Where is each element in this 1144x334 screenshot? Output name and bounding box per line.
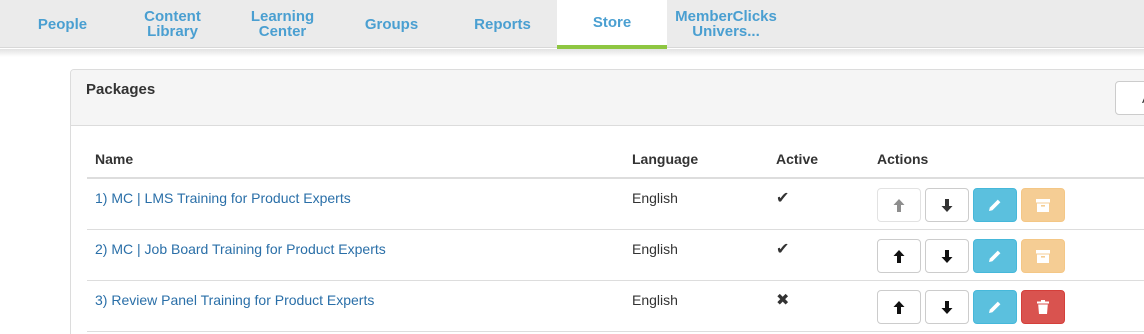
column-header-actions: Actions bbox=[877, 151, 929, 167]
pencil-icon bbox=[989, 199, 1001, 211]
package-language: English bbox=[632, 292, 678, 308]
tab-people[interactable]: People bbox=[0, 0, 125, 48]
package-language: English bbox=[632, 241, 678, 257]
packages-table: Name Language Active Actions 1) MC | LMS… bbox=[87, 142, 1144, 332]
active-status: ✔ bbox=[776, 241, 790, 258]
arrow-down-icon bbox=[941, 300, 953, 314]
column-header-language: Language bbox=[632, 151, 699, 167]
nav-shadow bbox=[0, 49, 1144, 57]
edit-button[interactable] bbox=[973, 290, 1017, 324]
tab-label: Groups bbox=[364, 15, 419, 33]
move-up-button[interactable] bbox=[877, 188, 921, 222]
move-down-button[interactable] bbox=[925, 290, 969, 324]
pencil-icon bbox=[989, 250, 1001, 262]
arrow-down-icon bbox=[941, 249, 953, 263]
arrow-up-icon bbox=[893, 249, 905, 263]
arrow-up-icon bbox=[893, 300, 905, 314]
inactive-status: ✖ bbox=[776, 292, 790, 309]
table-row: 3) Review Panel Training for Product Exp… bbox=[87, 281, 1144, 332]
move-down-button[interactable] bbox=[925, 239, 969, 273]
edit-button[interactable] bbox=[973, 239, 1017, 273]
delete-button[interactable] bbox=[1021, 290, 1065, 324]
active-status: ✔ bbox=[776, 190, 790, 207]
packages-panel: Packages Ad Name Language Active Actions… bbox=[70, 69, 1144, 334]
edit-button[interactable] bbox=[973, 188, 1017, 222]
move-up-button[interactable] bbox=[877, 290, 921, 324]
archive-icon bbox=[1036, 198, 1050, 212]
add-package-button[interactable]: Ad bbox=[1115, 81, 1144, 115]
archive-icon bbox=[1036, 249, 1050, 263]
tab-label: Reports bbox=[474, 15, 531, 33]
tab-label: Store bbox=[592, 14, 632, 31]
panel-title: Packages bbox=[86, 81, 156, 98]
package-name-link[interactable]: 1) MC | LMS Training for Product Experts bbox=[95, 190, 351, 206]
column-header-active: Active bbox=[776, 151, 819, 167]
archive-button[interactable] bbox=[1021, 239, 1065, 273]
package-name-link[interactable]: 3) Review Panel Training for Product Exp… bbox=[95, 292, 374, 308]
arrow-up-icon bbox=[893, 198, 905, 212]
tab-groups[interactable]: Groups bbox=[344, 0, 439, 48]
top-nav: People Content Library Learning Center G… bbox=[0, 0, 1144, 49]
move-up-button[interactable] bbox=[877, 239, 921, 273]
tab-label: Content Library bbox=[144, 8, 201, 40]
table-row: 1) MC | LMS Training for Product Experts… bbox=[87, 179, 1144, 230]
pencil-icon bbox=[989, 301, 1001, 313]
table-header: Name Language Active Actions bbox=[87, 142, 1144, 179]
tab-label: Learning Center bbox=[250, 8, 315, 40]
package-language: English bbox=[632, 190, 678, 206]
tab-reports[interactable]: Reports bbox=[455, 0, 550, 48]
tab-memberclicks-university[interactable]: MemberClicks Univers... bbox=[667, 0, 785, 48]
tab-content-library[interactable]: Content Library bbox=[125, 0, 220, 48]
move-down-button[interactable] bbox=[925, 188, 969, 222]
column-header-name: Name bbox=[95, 151, 134, 167]
tab-store[interactable]: Store bbox=[557, 0, 667, 49]
table-row: 2) MC | Job Board Training for Product E… bbox=[87, 230, 1144, 281]
trash-icon bbox=[1037, 300, 1049, 314]
panel-header: Packages Ad bbox=[71, 70, 1144, 126]
tab-label: MemberClicks Univers... bbox=[675, 8, 777, 40]
tab-label: People bbox=[37, 15, 88, 33]
package-name-link[interactable]: 2) MC | Job Board Training for Product E… bbox=[95, 241, 386, 257]
tab-learning-center[interactable]: Learning Center bbox=[235, 0, 330, 48]
arrow-down-icon bbox=[941, 198, 953, 212]
archive-button[interactable] bbox=[1021, 188, 1065, 222]
